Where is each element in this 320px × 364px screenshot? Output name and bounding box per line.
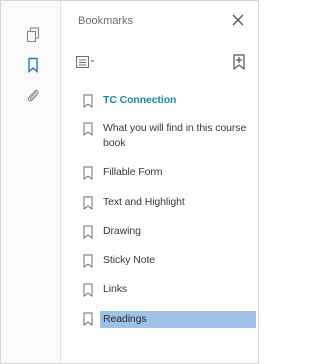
bookmark-item-text-highlight[interactable]: Text and Highlight xyxy=(62,195,259,224)
bookmark-label: Links xyxy=(103,283,128,295)
bookmark-item-links[interactable]: Links xyxy=(62,282,259,311)
bookmark-icon xyxy=(83,94,93,108)
bookmark-item-drawing[interactable]: Drawing xyxy=(62,224,259,253)
bookmark-label: What you will find in this course book xyxy=(103,122,247,149)
bookmark-icon xyxy=(83,196,93,210)
bookmark-item-course-book[interactable]: What you will find in this course book xyxy=(62,121,259,165)
bookmark-icon xyxy=(83,312,93,326)
add-bookmark-icon xyxy=(233,54,245,71)
bookmark-item-readings[interactable]: Readings xyxy=(62,311,259,339)
add-bookmark-button[interactable] xyxy=(229,51,249,73)
bookmark-item-fillable-form[interactable]: Fillable Form xyxy=(62,165,259,195)
bookmark-icon xyxy=(83,254,93,268)
bookmark-label: TC Connection xyxy=(103,94,177,106)
bookmarks-window: Bookmarks TC Connection What you will fi… xyxy=(0,0,259,364)
close-icon xyxy=(232,14,244,26)
bookmark-list: TC Connection What you will find in this… xyxy=(62,93,259,339)
attachments-icon[interactable] xyxy=(23,85,43,105)
bookmark-icon xyxy=(83,122,93,136)
bookmark-icon[interactable] xyxy=(23,55,43,75)
panel-title: Bookmarks xyxy=(78,15,134,27)
bookmark-label: Fillable Form xyxy=(103,166,163,178)
bookmarks-toolbar xyxy=(62,47,259,77)
navigation-rail xyxy=(1,1,61,363)
bookmark-item-tc-connection[interactable]: TC Connection xyxy=(62,93,259,121)
bookmark-icon xyxy=(83,166,93,180)
pages-icon[interactable] xyxy=(23,25,43,45)
options-menu-icon xyxy=(76,56,94,68)
bookmark-item-sticky-note[interactable]: Sticky Note xyxy=(62,253,259,282)
bookmark-label: Text and Highlight xyxy=(103,196,185,208)
bookmark-icon xyxy=(83,225,93,239)
bookmarks-panel: Bookmarks TC Connection What you will fi… xyxy=(62,1,259,363)
bookmark-icon xyxy=(83,283,93,297)
options-menu-button[interactable] xyxy=(76,53,104,71)
bookmark-label: Drawing xyxy=(103,225,141,237)
bookmark-label: Readings xyxy=(100,311,256,328)
bookmark-label: Sticky Note xyxy=(103,254,155,266)
close-button[interactable] xyxy=(229,11,247,29)
